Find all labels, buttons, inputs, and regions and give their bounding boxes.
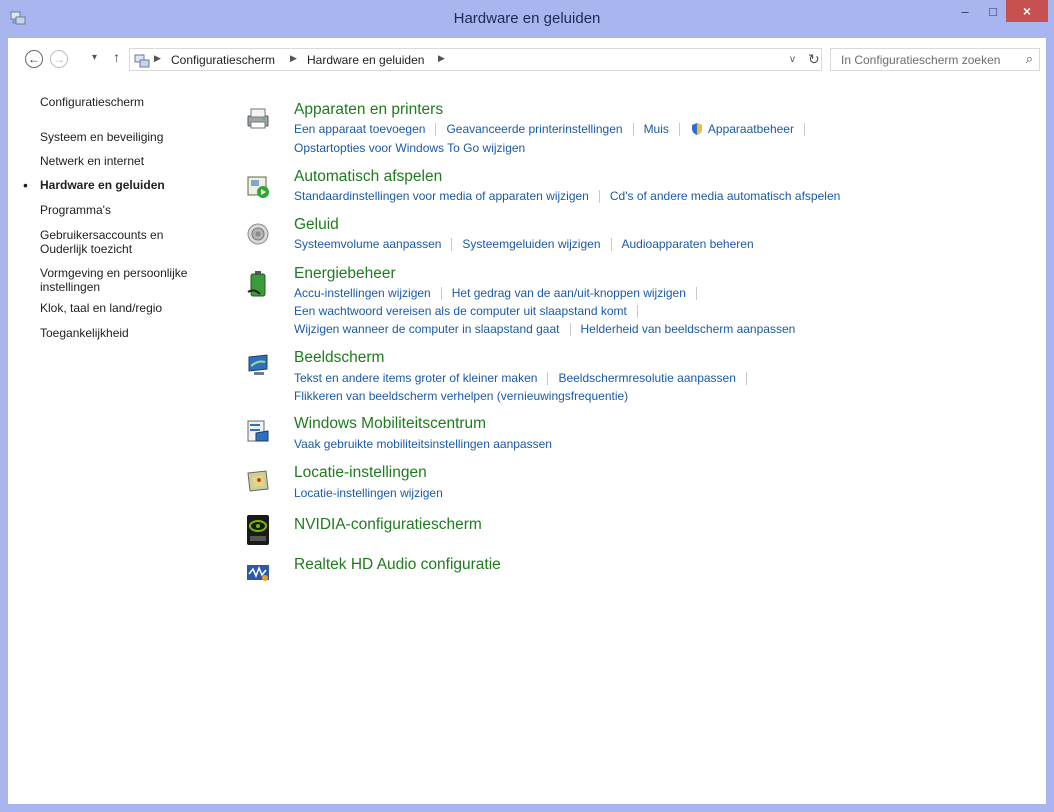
link-system-sounds[interactable]: Systeemgeluiden wijzigen [462,237,600,251]
breadcrumb-chevron-icon[interactable]: ▶ [154,53,161,64]
search-icon[interactable]: ⌕ [1026,51,1033,67]
breadcrumb-chevron-icon[interactable]: ▶ [290,53,297,64]
link-battery-settings[interactable]: Accu-instellingen wijzigen [294,286,431,300]
sidebar-item-system-security[interactable]: Systeem en beveiliging [40,130,220,144]
forward-arrow-icon[interactable]: → [50,50,68,68]
link-refresh-rate[interactable]: Flikkeren van beeldscherm verhelpen (ver… [294,389,628,403]
link-power-buttons[interactable]: Het gedrag van de aan/uit-knoppen wijzig… [452,286,686,300]
link-separator [569,322,571,336]
links-row: Vaak gebruikte mobiliteitsinstellingen a… [294,437,552,451]
links-row: Een wachtwoord vereisen als de computer … [294,304,648,318]
sidebar-item-appearance[interactable]: Vormgeving en persoonlijke instellingen [40,266,210,294]
link-device-manager[interactable]: Apparaatbeheer [708,122,794,136]
link-separator [632,122,634,136]
printer-icon [247,108,269,129]
address-bar: ← → ▾ ↑ ▶ Configuratiescherm ▶ Hardware … [8,38,1046,80]
link-advanced-printer-settings[interactable]: Geavanceerde printerinstellingen [446,122,622,136]
close-button[interactable]: × [1006,0,1048,22]
category-title-power-options[interactable]: Energiebeheer [294,265,396,283]
category-title-mobility-center[interactable]: Windows Mobiliteitscentrum [294,415,486,433]
link-separator [440,286,442,300]
link-separator [598,189,600,203]
link-separator [636,304,638,318]
links-row: Standaardinstellingen voor media of appa… [294,189,840,203]
link-text-size[interactable]: Tekst en andere items groter of kleiner … [294,371,537,385]
links-row: Accu-instellingen wijzigen Het gedrag va… [294,286,707,300]
up-arrow-icon[interactable]: ↑ [113,49,120,65]
link-separator [745,371,747,385]
nvidia-icon [247,515,269,545]
realtek-audio-icon [247,565,269,581]
sidebar-item-clock-region[interactable]: Klok, taal en land/regio [40,301,220,315]
search-input[interactable]: In Configuratiescherm zoeken ⌕ [830,48,1040,71]
sidebar-item-user-accounts[interactable]: Gebruikersaccounts en Ouderlijk toezicht [40,228,190,256]
links-row: Locatie-instellingen wijzigen [294,486,443,500]
sidebar-item-accessibility[interactable]: Toegankelijkheid [40,326,220,340]
link-windows-to-go[interactable]: Opstartopties voor Windows To Go wijzige… [294,141,525,155]
link-separator [547,371,549,385]
category-title-nvidia[interactable]: NVIDIA-configuratiescherm [294,516,482,534]
autoplay-icon [247,176,269,198]
links-row: Tekst en andere items groter of kleiner … [294,371,757,385]
link-mouse[interactable]: Muis [644,122,669,136]
active-bullet-icon: • [23,177,28,193]
display-icon [248,354,268,375]
link-mobility-settings[interactable]: Vaak gebruikte mobiliteitsinstellingen a… [294,437,552,451]
breadcrumb-hardware-sound[interactable]: Hardware en geluiden [307,53,424,67]
category-title-realtek[interactable]: Realtek HD Audio configuratie [294,556,501,574]
link-screen-brightness[interactable]: Helderheid van beeldscherm aanpassen [581,322,796,336]
mobility-center-icon [247,420,269,442]
category-title-location[interactable]: Locatie-instellingen [294,464,427,482]
sidebar-item-programs[interactable]: Programma's [40,203,220,217]
link-autoplay-defaults[interactable]: Standaardinstellingen voor media of appa… [294,189,589,203]
address-path-box[interactable]: ▶ Configuratiescherm ▶ Hardware en gelui… [129,48,822,71]
link-separator [695,286,697,300]
sidebar-item-network-internet[interactable]: Netwerk en internet [40,154,220,168]
power-options-icon [247,271,266,297]
link-separator [451,237,453,251]
link-separator [435,122,437,136]
links-row: Wijzigen wanneer de computer in slaapsta… [294,322,795,336]
address-dropdown-icon[interactable]: v [790,54,795,65]
breadcrumb-control-panel[interactable]: Configuratiescherm [171,53,275,67]
back-arrow-icon[interactable]: ← [25,50,43,68]
links-row: Een apparaat toevoegen Geavanceerde prin… [294,122,815,136]
title-bar[interactable]: Hardware en geluiden – □ × [0,0,1054,38]
link-location-settings[interactable]: Locatie-instellingen wijzigen [294,486,443,500]
link-system-volume[interactable]: Systeemvolume aanpassen [294,237,441,251]
links-row: Flikkeren van beeldscherm verhelpen (ver… [294,389,628,403]
sidebar-item-hardware-sound[interactable]: Hardware en geluiden [40,178,220,192]
speaker-icon [247,223,269,245]
link-separator [803,122,805,136]
link-autoplay-cds[interactable]: Cd's of andere media automatisch afspele… [610,189,840,203]
link-require-password[interactable]: Een wachtwoord vereisen als de computer … [294,304,627,318]
links-row: Systeemvolume aanpassen Systeemgeluiden … [294,237,754,251]
sidebar-item-control-panel[interactable]: Configuratiescherm [40,95,220,109]
recent-locations-dropdown-icon[interactable]: ▾ [92,52,97,63]
link-screen-resolution[interactable]: Beeldschermresolutie aanpassen [558,371,735,385]
uac-shield-icon [691,123,702,135]
breadcrumb-chevron-icon[interactable]: ▶ [438,53,445,64]
location-icon [247,470,269,492]
category-title-display[interactable]: Beeldscherm [294,349,384,367]
link-separator [678,122,680,136]
control-panel-icon [134,54,150,68]
category-title-sound[interactable]: Geluid [294,216,339,234]
category-title-autoplay[interactable]: Automatisch afspelen [294,168,442,186]
link-add-device[interactable]: Een apparaat toevoegen [294,122,425,136]
refresh-icon[interactable]: ↻ [808,51,820,68]
category-title-devices-printers[interactable]: Apparaten en printers [294,101,443,119]
link-audio-devices[interactable]: Audioapparaten beheren [622,237,754,251]
window-title: Hardware en geluiden [453,10,601,27]
maximize-button[interactable]: □ [980,0,1006,22]
link-sleep-time[interactable]: Wijzigen wanneer de computer in slaapsta… [294,322,560,336]
search-placeholder: In Configuratiescherm zoeken [841,53,1001,67]
link-separator [610,237,612,251]
links-row: Opstartopties voor Windows To Go wijzige… [294,141,525,155]
minimize-button[interactable]: – [952,0,978,22]
